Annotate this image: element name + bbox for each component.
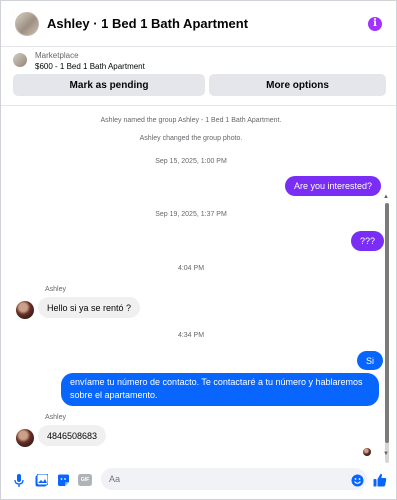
message-line: envíame tu número de contacto. Te contac…: [70, 377, 363, 387]
sender-avatar[interactable]: [16, 429, 34, 447]
emoji-icon[interactable]: [350, 473, 364, 487]
timestamp: 4:04 PM: [177, 265, 205, 272]
scrollbar-thumb[interactable]: [385, 203, 389, 443]
timestamp: 4:34 PM: [177, 332, 205, 339]
listing-thumbnail[interactable]: [13, 53, 27, 67]
image-icon[interactable]: [34, 473, 48, 487]
message-input[interactable]: [101, 468, 367, 490]
scrollbar[interactable]: [385, 203, 389, 463]
chat-header: Ashley · 1 Bed 1 Bath Apartment i: [1, 1, 396, 47]
sender-name: Ashley: [45, 286, 67, 293]
marketplace-label: Marketplace: [35, 51, 79, 60]
info-icon[interactable]: i: [368, 17, 382, 31]
outgoing-message[interactable]: envíame tu número de contacto. Te contac…: [61, 373, 379, 406]
system-message: Ashley named the group Ashley - 1 Bed 1 …: [100, 117, 282, 124]
seen-indicator: [363, 448, 371, 456]
sticker-icon[interactable]: [56, 473, 70, 487]
more-options-button[interactable]: More options: [209, 74, 386, 96]
composer: GIF: [1, 462, 396, 499]
system-message: Ashley changed the group photo.: [139, 135, 243, 142]
marketplace-panel: Marketplace $600 - 1 Bed 1 Bath Apartmen…: [1, 48, 396, 104]
mark-as-pending-button[interactable]: Mark as pending: [13, 74, 205, 96]
outgoing-message[interactable]: Are you interested?: [285, 176, 382, 196]
sender-name: Ashley: [45, 414, 67, 421]
microphone-icon[interactable]: [12, 473, 26, 487]
scroll-down-arrow[interactable]: ▼: [383, 451, 389, 457]
gif-label: GIF: [80, 477, 90, 483]
timestamp: Sep 15, 2025, 1:00 PM: [155, 158, 227, 165]
avatar[interactable]: [15, 11, 39, 36]
listing-title[interactable]: $600 - 1 Bed 1 Bath Apartment: [35, 62, 145, 71]
outgoing-message[interactable]: ???: [351, 231, 385, 251]
gif-icon[interactable]: GIF: [78, 473, 92, 487]
like-icon[interactable]: [373, 473, 387, 487]
incoming-message[interactable]: 4846508683: [38, 425, 107, 446]
scroll-up-arrow[interactable]: ▲: [383, 194, 389, 200]
message-line: sobre el apartamento.: [70, 390, 158, 400]
timestamp: Sep 19, 2025, 1:37 PM: [155, 211, 227, 218]
outgoing-message[interactable]: Si: [357, 351, 384, 370]
message-list: Ashley named the group Ashley - 1 Bed 1 …: [1, 106, 396, 463]
chat-title[interactable]: Ashley · 1 Bed 1 Bath Apartment: [47, 16, 248, 31]
incoming-message[interactable]: Hello si ya se rentó ?: [38, 297, 141, 318]
chat-window: Ashley · 1 Bed 1 Bath Apartment i Market…: [0, 0, 397, 500]
sender-avatar[interactable]: [16, 301, 34, 319]
